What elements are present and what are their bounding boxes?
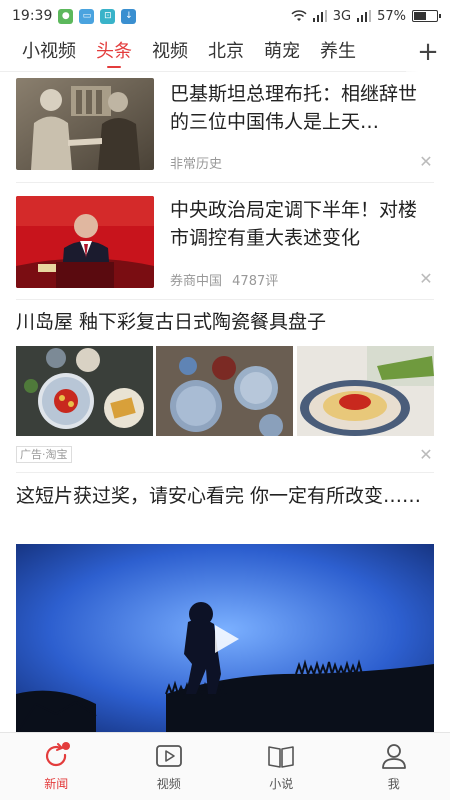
- notification-dot: [62, 742, 71, 750]
- news-meta: 券商中国 4787评: [170, 270, 278, 289]
- person-icon: [381, 744, 406, 769]
- app-notification-icon: ●: [58, 8, 74, 24]
- news-source: 非常历史: [170, 157, 223, 172]
- refresh-icon: [46, 742, 71, 767]
- video-title[interactable]: 这短片获过奖，请安心看完 你一定有所改变……: [16, 482, 434, 510]
- divider: [16, 299, 434, 300]
- tab-shipin[interactable]: 视频: [142, 32, 198, 72]
- news-feed[interactable]: 巴基斯坦总理布托：相继辞世的三位中国伟人是上天… 非常历史 ✕ 中央政治局定调下…: [0, 72, 450, 732]
- network-type: 3G: [332, 8, 352, 24]
- battery-percent: 57%: [377, 8, 406, 24]
- ad-tag: 广告·淘宝: [16, 446, 72, 463]
- scan-notification-icon: ⊡: [100, 8, 116, 24]
- tab-mengchong[interactable]: 萌宠: [254, 32, 310, 72]
- status-time: 19:39: [12, 8, 53, 24]
- ad-image-strip[interactable]: [16, 346, 434, 436]
- news-title[interactable]: 中央政治局定调下半年！对楼市调控有重大表述变化: [170, 196, 434, 252]
- ad-image[interactable]: [156, 346, 294, 436]
- book-icon: [268, 746, 295, 768]
- nav-label: 小说: [269, 777, 294, 791]
- nav-me[interactable]: 我: [338, 733, 450, 800]
- bottom-navigation: 新闻 视频 小说 我: [0, 732, 450, 800]
- divider: [16, 472, 434, 473]
- download-notification-icon: ↓: [121, 8, 137, 24]
- video-player[interactable]: [16, 544, 434, 732]
- status-bar: 19:39 ● ▭ ⊡ ↓ 3G 57%: [0, 0, 450, 32]
- news-thumbnail: [16, 196, 154, 288]
- dismiss-close-icon[interactable]: ✕: [418, 152, 434, 171]
- tab-yangsheng[interactable]: 养生: [310, 32, 366, 72]
- ad-title[interactable]: 川岛屋 釉下彩复古日式陶瓷餐具盘子: [16, 308, 434, 336]
- tab-xiaoshipin[interactable]: 小视频: [12, 32, 86, 72]
- battery-icon: [412, 10, 441, 22]
- nav-novel[interactable]: 小说: [225, 733, 338, 800]
- play-icon[interactable]: [207, 621, 243, 657]
- nav-video[interactable]: 视频: [113, 733, 226, 800]
- tab-toutiao[interactable]: 头条: [86, 32, 142, 72]
- battery-fill: [414, 12, 426, 20]
- play-box-icon: [155, 745, 182, 767]
- news-source: 券商中国: [170, 274, 223, 289]
- nav-label: 新闻: [44, 777, 69, 791]
- wifi-icon: [291, 10, 307, 21]
- nav-news[interactable]: 新闻: [0, 733, 113, 800]
- nav-label: 视频: [156, 777, 181, 791]
- signal-2-icon: [357, 10, 372, 22]
- news-item[interactable]: 巴基斯坦总理布托：相继辞世的三位中国伟人是上天… 非常历史 ✕: [16, 78, 434, 178]
- ad-image[interactable]: [16, 346, 153, 436]
- add-channel-button[interactable]: +: [406, 32, 450, 72]
- divider: [16, 182, 434, 183]
- news-title[interactable]: 巴基斯坦总理布托：相继辞世的三位中国伟人是上天…: [170, 80, 434, 136]
- dismiss-close-icon[interactable]: ✕: [418, 269, 434, 288]
- tab-beijing[interactable]: 北京: [198, 32, 254, 72]
- message-notification-icon: ▭: [79, 8, 95, 24]
- ad-image[interactable]: [296, 346, 434, 436]
- plus-icon: +: [417, 37, 439, 67]
- channel-tabs: 小视频 头条 视频 北京 萌宠 养生 +: [0, 32, 450, 72]
- news-item[interactable]: 中央政治局定调下半年！对楼市调控有重大表述变化 券商中国 4787评 ✕: [16, 194, 434, 294]
- comment-count: 4787评: [232, 274, 279, 289]
- dismiss-close-icon[interactable]: ✕: [418, 445, 434, 464]
- nav-label: 我: [387, 777, 400, 791]
- signal-icon: [312, 10, 327, 22]
- news-thumbnail: [16, 78, 154, 170]
